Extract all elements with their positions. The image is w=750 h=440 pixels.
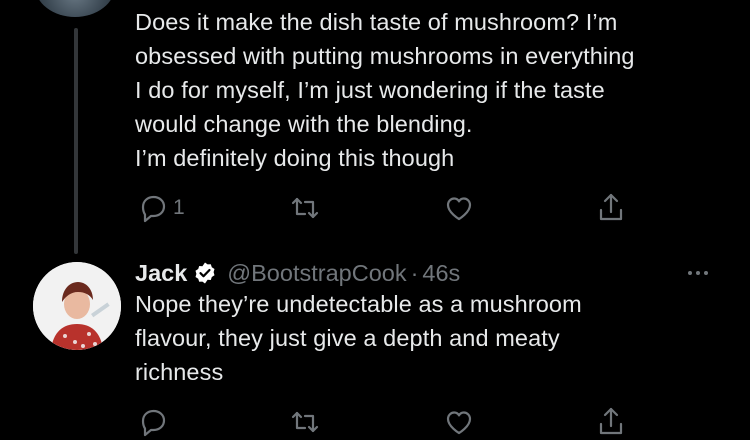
thread-connector-line [74,28,78,254]
author-handle[interactable]: @BootstrapCook [227,260,406,287]
parent-tweet-actions: 1 [135,190,655,224]
retweet-button[interactable] [287,404,323,440]
retweet-icon [291,411,319,433]
reply-button[interactable] [135,404,171,440]
heart-icon [446,197,472,221]
share-button[interactable] [593,190,629,226]
header-separator: · [410,259,419,286]
reply-icon [141,409,166,437]
tweet-timestamp[interactable]: 46s [422,260,460,287]
reply-author-avatar[interactable] [33,262,121,350]
share-button[interactable] [593,404,629,440]
retweet-button[interactable] [287,190,323,226]
author-name[interactable]: Jack [135,260,187,287]
retweet-icon [291,197,319,219]
reply-tweet-header: Jack @BootstrapCook · 46s [135,256,460,290]
reply-tweet-text: Nope they’re undetectable as a mushroom … [135,291,582,385]
share-icon [599,193,623,221]
reply-icon [141,195,166,223]
reply-count: 1 [173,196,185,219]
parent-tweet-text: Does it make the dish taste of mushroom?… [135,9,635,171]
reply-button[interactable]: 1 [135,190,185,226]
reply-tweet-actions [135,404,655,438]
share-icon [599,407,623,435]
like-button[interactable] [441,404,477,440]
like-button[interactable] [441,190,477,226]
parent-avatar[interactable] [35,0,115,17]
more-options-icon[interactable] [680,263,716,283]
verified-badge-icon [195,262,215,284]
heart-icon [446,411,472,435]
